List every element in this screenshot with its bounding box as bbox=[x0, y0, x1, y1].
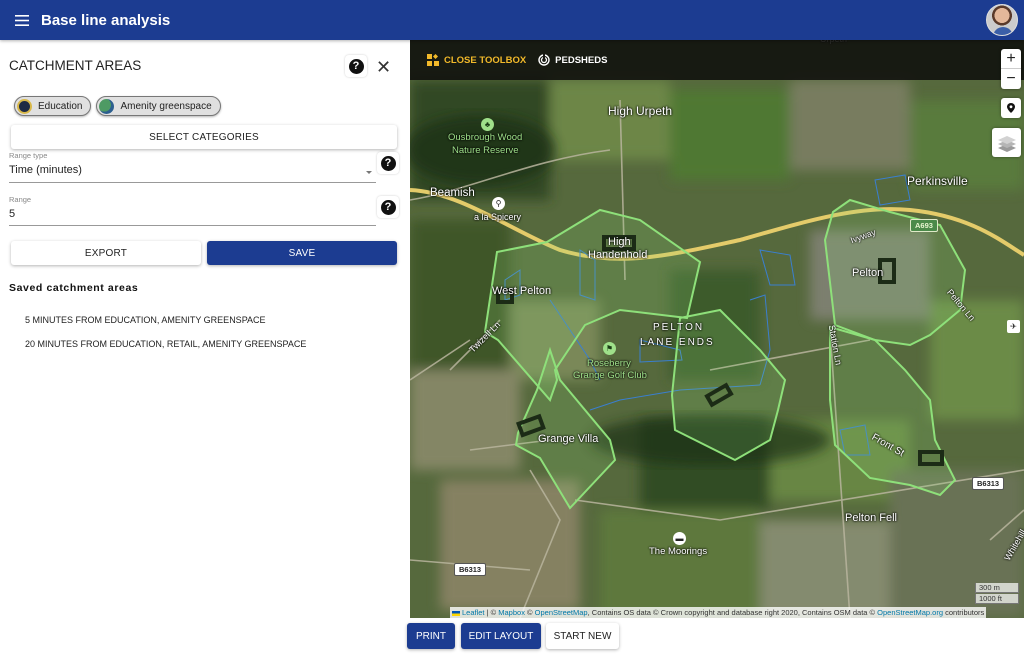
ukraine-flag-icon bbox=[452, 610, 460, 616]
app-title: Base line analysis bbox=[41, 11, 171, 29]
map-label: The Moorings bbox=[649, 546, 708, 557]
panel-help-button[interactable]: ? bbox=[345, 55, 367, 77]
range-type-label: Range type bbox=[9, 151, 48, 160]
app-bar: Base line analysis bbox=[0, 0, 1024, 40]
education-icon bbox=[17, 98, 32, 114]
zoom-in-button[interactable]: + bbox=[1001, 49, 1021, 69]
airfield-icon: ✈ bbox=[1007, 320, 1020, 333]
range-input[interactable]: 5 bbox=[9, 208, 15, 220]
print-button[interactable]: PRINT bbox=[407, 623, 455, 649]
golf-icon: ⚑ bbox=[603, 342, 616, 355]
lodging-icon: ▬ bbox=[673, 532, 686, 545]
map-label: Beamish bbox=[430, 187, 475, 199]
close-toolbox-button[interactable]: CLOSE TOOLBOX bbox=[427, 54, 526, 66]
edit-layout-button[interactable]: EDIT LAYOUT bbox=[461, 623, 541, 649]
openstreetmap-link[interactable]: OpenStreetMap bbox=[535, 608, 588, 617]
select-categories-button[interactable]: SELECT CATEGORIES bbox=[11, 125, 397, 149]
range-type-underline bbox=[9, 182, 376, 183]
chip-education[interactable]: Education bbox=[14, 96, 92, 116]
saved-catchment-item[interactable]: 20 MINUTES FROM EDUCATION, RETAIL, AMENI… bbox=[25, 339, 306, 349]
pedsheds-radar-icon bbox=[538, 54, 550, 66]
map-label: Grange Villa bbox=[538, 433, 599, 445]
dropdown-arrow-icon[interactable] bbox=[366, 171, 372, 174]
chip-amenity-greenspace[interactable]: Amenity greenspace bbox=[96, 96, 221, 116]
chip-label: Education bbox=[38, 100, 83, 112]
road-badge-a693: A693 bbox=[910, 219, 938, 232]
catchment-panel: CATCHMENT AREAS ? ✕ Education Amenity gr… bbox=[0, 40, 410, 654]
question-circle-icon: ? bbox=[380, 199, 396, 215]
hamburger-menu-icon bbox=[15, 14, 29, 26]
range-type-select[interactable]: Time (minutes) bbox=[9, 164, 82, 176]
export-button[interactable]: EXPORT bbox=[11, 241, 201, 265]
zoom-control: + − bbox=[1001, 49, 1021, 89]
mapbox-link[interactable]: Mapbox bbox=[498, 608, 525, 617]
map-attribution: Leaflet | © Mapbox © OpenStreetMap, Cont… bbox=[450, 607, 987, 618]
close-toolbox-label: CLOSE TOOLBOX bbox=[444, 54, 527, 66]
category-chips: Education Amenity greenspace bbox=[14, 96, 221, 116]
attribution-text: © bbox=[524, 608, 535, 617]
saved-catchment-title: Saved catchment areas bbox=[9, 282, 139, 294]
satellite-basemap bbox=[410, 40, 1024, 618]
road-badge-b6313: B6313 bbox=[454, 563, 487, 576]
start-new-button[interactable]: START NEW bbox=[546, 623, 619, 649]
question-circle-icon: ? bbox=[348, 58, 364, 74]
range-underline bbox=[9, 225, 376, 226]
locate-button[interactable] bbox=[1001, 98, 1021, 118]
map-label: West Pelton bbox=[492, 285, 552, 297]
park-icon: ♣ bbox=[481, 118, 494, 131]
layers-icon bbox=[997, 135, 1016, 152]
pedsheds-label: PEDSHEDS bbox=[555, 54, 608, 66]
map-label: Ousbrough Wood bbox=[448, 132, 523, 143]
map-view[interactable]: Urpeth High Urpeth ♣ Ousbrough Wood Natu… bbox=[410, 40, 1024, 618]
leaflet-link[interactable]: Leaflet bbox=[462, 608, 485, 617]
close-panel-button[interactable]: ✕ bbox=[376, 57, 391, 78]
pedsheds-button[interactable]: PEDSHEDS bbox=[538, 54, 607, 66]
location-pin-icon bbox=[1007, 103, 1015, 113]
hamburger-menu-button[interactable] bbox=[0, 0, 44, 40]
restaurant-icon: ⚲ bbox=[492, 197, 505, 210]
map-label: PELTON bbox=[653, 322, 705, 333]
map-label: High bbox=[608, 236, 631, 248]
map-label: LANE ENDS bbox=[640, 337, 715, 348]
greenspace-icon bbox=[99, 98, 115, 114]
attribution-text: | © bbox=[484, 608, 499, 617]
range-help-button[interactable]: ? bbox=[377, 196, 399, 218]
map-toolbox: CLOSE TOOLBOX PEDSHEDS bbox=[410, 40, 1024, 80]
layers-button[interactable] bbox=[992, 128, 1021, 157]
range-label: Range bbox=[9, 195, 32, 204]
map-label: Grange Golf Club bbox=[573, 370, 647, 381]
map-label: Pelton Fell bbox=[845, 512, 897, 524]
map-label: Roseberry bbox=[587, 358, 631, 369]
scale-metric: 300 m bbox=[975, 583, 1019, 593]
map-label: High Urpeth bbox=[608, 104, 673, 118]
map-label: Nature Reserve bbox=[452, 145, 519, 156]
attribution-text: contributors bbox=[943, 608, 985, 617]
map-label: a la Spicery bbox=[474, 212, 522, 222]
zoom-out-button[interactable]: − bbox=[1001, 69, 1021, 89]
scale-imperial: 1000 ft bbox=[975, 594, 1019, 604]
chip-label: Amenity greenspace bbox=[120, 100, 212, 112]
map-label: Pelton bbox=[852, 267, 884, 279]
road-badge-b6313: B6313 bbox=[972, 477, 1005, 490]
panel-title: CATCHMENT AREAS bbox=[9, 58, 142, 73]
map-label: Handenhold bbox=[588, 249, 648, 261]
attribution-text: , Contains OS data © Crown copyright and… bbox=[587, 608, 878, 617]
saved-catchment-item[interactable]: 5 MINUTES FROM EDUCATION, AMENITY GREENS… bbox=[25, 315, 266, 325]
openstreetmap-org-link[interactable]: OpenStreetMap.org bbox=[877, 608, 943, 617]
question-circle-icon: ? bbox=[380, 155, 396, 171]
range-type-help-button[interactable]: ? bbox=[377, 152, 399, 174]
save-button[interactable]: SAVE bbox=[207, 241, 397, 265]
bottom-action-bar: PRINT EDIT LAYOUT START NEW bbox=[407, 618, 1024, 654]
map-label: Perkinsville bbox=[907, 174, 968, 188]
toolbox-grid-icon bbox=[427, 54, 439, 66]
user-avatar[interactable] bbox=[986, 4, 1018, 36]
